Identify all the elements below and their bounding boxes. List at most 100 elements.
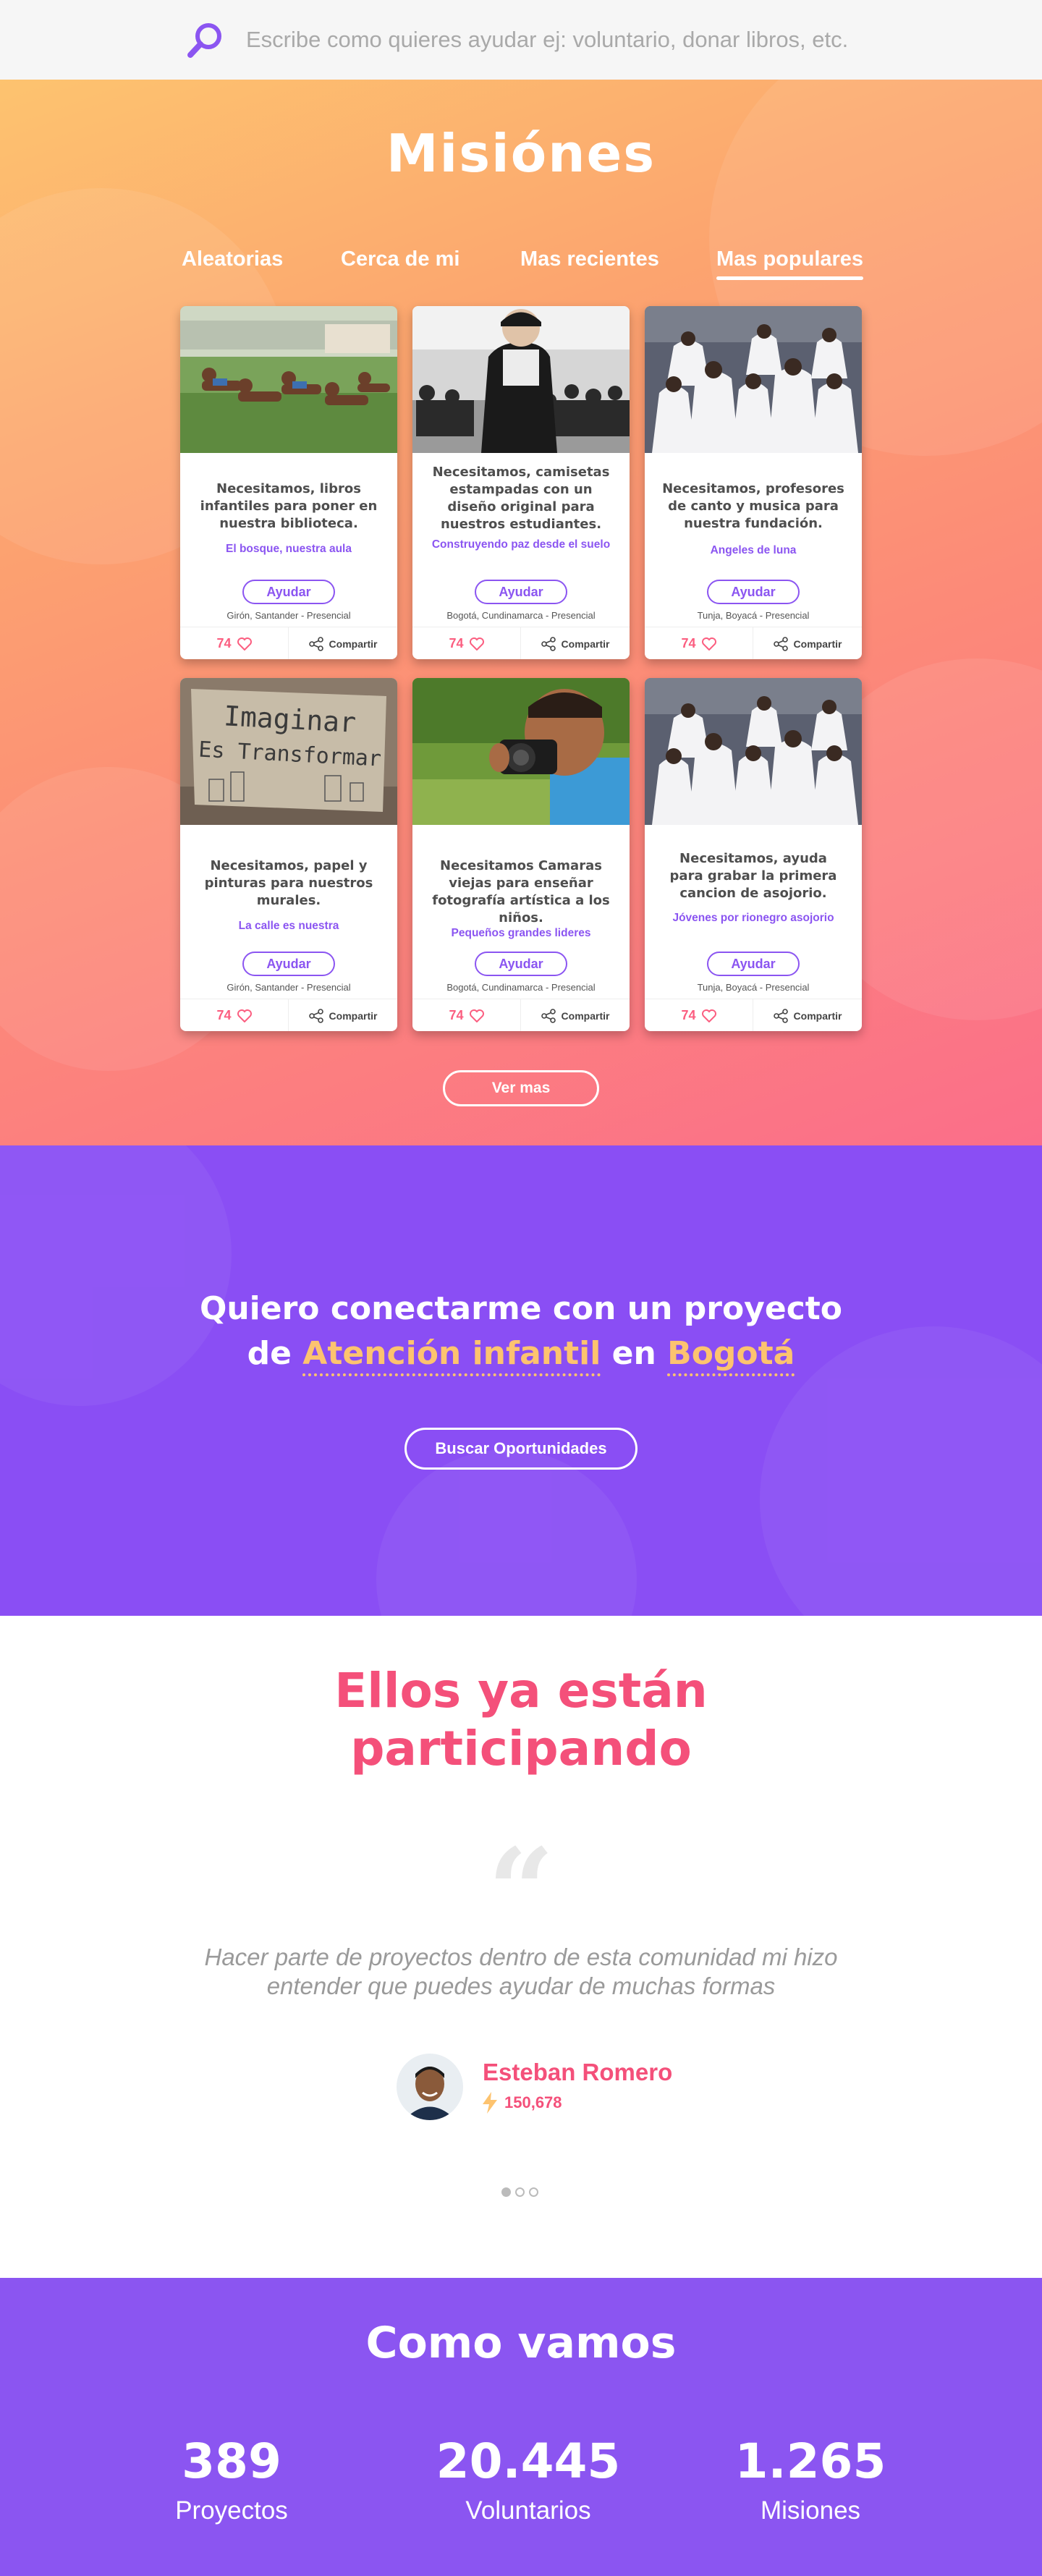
share-label: Compartir	[793, 637, 842, 650]
carousel-dot[interactable]	[515, 2187, 525, 2197]
points-value: 150,678	[504, 2093, 562, 2111]
share-label: Compartir	[561, 1009, 610, 1022]
like-button[interactable]: 74	[412, 627, 521, 659]
mission-title: Necesitamos, profesores de canto y music…	[662, 481, 844, 531]
ayudar-button[interactable]: Ayudar	[707, 952, 800, 976]
mission-title: Necesitamos, papel y pinturas para nuest…	[204, 858, 373, 908]
stat-label-proyectos: Proyectos	[175, 2496, 288, 2525]
mission-photo: Imaginar Es Transformar	[180, 678, 397, 825]
like-button[interactable]: 74	[645, 627, 753, 659]
carousel-dot[interactable]	[501, 2187, 511, 2197]
share-icon	[541, 1008, 556, 1023]
organization-link[interactable]: Construyendo paz desde el suelo	[428, 538, 614, 551]
stat-number-proyectos: 389	[182, 2433, 281, 2489]
section-title: participando	[350, 1721, 692, 1776]
like-count: 74	[449, 636, 464, 651]
card-footer: 74 Compartir	[180, 627, 397, 659]
ayudar-button[interactable]: Ayudar	[475, 580, 567, 604]
share-button[interactable]: Compartir	[753, 999, 862, 1031]
like-button[interactable]: 74	[412, 999, 521, 1031]
tab-mas-populares[interactable]: Mas populares	[716, 247, 864, 280]
tab-cerca-de-mi[interactable]: Cerca de mi	[341, 247, 459, 271]
organization-link[interactable]: Angeles de luna	[661, 543, 846, 557]
like-count: 74	[216, 1008, 232, 1022]
like-button[interactable]: 74	[645, 999, 753, 1031]
stat-number-voluntarios: 20.445	[436, 2433, 621, 2489]
heart-icon	[469, 637, 484, 651]
card-footer: 74 Compartir	[412, 999, 630, 1031]
share-button[interactable]: Compartir	[289, 627, 397, 659]
carousel-dot[interactable]	[529, 2187, 538, 2197]
heart-icon	[701, 637, 716, 651]
tab-aleatorias[interactable]: Aleatorias	[182, 247, 283, 271]
missions-section: Misiónes Aleatorias Cerca de mi Mas reci…	[0, 80, 1042, 1145]
section-title: Como vamos	[365, 2318, 677, 2368]
share-label: Compartir	[793, 1009, 842, 1022]
mission-location: Tunja, Boyacá - Presencial	[697, 610, 810, 621]
category-selector[interactable]: Atención infantil	[302, 1335, 601, 1376]
mission-photo	[180, 306, 397, 453]
card-footer: 74 Compartir	[645, 999, 862, 1031]
like-button[interactable]: 74	[180, 627, 289, 659]
testimonial-quote: Hacer parte de proyectos dentro de esta …	[204, 1944, 838, 1999]
connect-heading: Quiero conectarme con un proyecto	[199, 1290, 843, 1327]
search-icon[interactable]	[185, 20, 225, 61]
organization-link[interactable]: Jóvenes por rionegro asojorio	[661, 911, 846, 925]
ayudar-button[interactable]: Ayudar	[707, 580, 800, 604]
share-label: Compartir	[561, 637, 610, 650]
ayudar-button[interactable]: Ayudar	[475, 952, 567, 976]
organization-link[interactable]: Pequeños grandes lideres	[428, 926, 614, 940]
quote-icon: “	[487, 1823, 555, 1959]
author-points: 150,678	[483, 2092, 562, 2114]
mission-card[interactable]: Necesitamos Camaras viejas para enseñar …	[412, 678, 630, 1031]
card-footer: 74 Compartir	[645, 627, 862, 659]
mission-location: Girón, Santander - Presencial	[226, 610, 351, 621]
filter-tabs: Aleatorias Cerca de mi Mas recientes Mas…	[0, 247, 1042, 291]
section-title: Ellos ya están	[334, 1663, 708, 1719]
search-input[interactable]	[246, 22, 897, 58]
like-count: 74	[681, 636, 696, 651]
connect-subheading: de Atención infantil en Bogotá	[0, 1335, 1042, 1376]
mission-photo	[645, 678, 862, 825]
connect-section: Quiero conectarme con un proyecto de Ate…	[0, 1145, 1042, 1616]
background-shape	[376, 1449, 637, 1616]
ayudar-button[interactable]: Ayudar	[242, 952, 335, 976]
ayudar-button[interactable]: Ayudar	[242, 580, 335, 604]
mission-title: Necesitamos Camaras viejas para enseñar …	[432, 858, 610, 925]
share-button[interactable]: Compartir	[521, 627, 630, 659]
mission-photo	[645, 306, 862, 453]
search-bar	[0, 0, 1042, 80]
ver-mas-button[interactable]: Ver mas	[443, 1070, 599, 1106]
testimonial-section: Ellos ya están participando “ Hacer part…	[0, 1616, 1042, 2278]
mission-location: Tunja, Boyacá - Presencial	[697, 982, 810, 993]
mission-title: Necesitamos, camisetas estampadas con un…	[432, 465, 610, 532]
organization-link[interactable]: El bosque, nuestra aula	[196, 542, 381, 556]
page-title: Misiónes	[386, 123, 656, 184]
heart-icon	[469, 1009, 484, 1022]
share-icon	[308, 636, 323, 651]
stat-label-voluntarios: Voluntarios	[465, 2496, 591, 2525]
heart-icon	[237, 1009, 252, 1022]
mission-card[interactable]: Necesitamos, ayuda para grabar la primer…	[645, 678, 862, 1031]
mission-card[interactable]: Necesitamos, camisetas estampadas con un…	[412, 306, 630, 659]
share-button[interactable]: Compartir	[521, 999, 630, 1031]
avatar	[397, 2054, 463, 2120]
share-button[interactable]: Compartir	[289, 999, 397, 1031]
mission-card[interactable]: Imaginar Es Transformar Necesitamos, pap…	[180, 678, 397, 1031]
tab-mas-recientes[interactable]: Mas recientes	[520, 247, 659, 271]
heart-icon	[237, 637, 252, 651]
share-button[interactable]: Compartir	[753, 627, 862, 659]
mission-location: Bogotá, Cundinamarca - Presencial	[446, 610, 596, 621]
share-icon	[308, 1008, 323, 1023]
stats-section: Como vamos 389 Proyectos 20.445 Voluntar…	[0, 2278, 1042, 2576]
like-count: 74	[681, 1008, 696, 1022]
stat-label-misiones: Misiones	[760, 2496, 861, 2525]
buscar-oportunidades-button[interactable]: Buscar Oportunidades	[404, 1428, 638, 1470]
organization-link[interactable]: La calle es nuestra	[196, 919, 381, 933]
share-label: Compartir	[329, 637, 378, 650]
stat-number-misiones: 1.265	[734, 2433, 886, 2489]
mission-card[interactable]: Necesitamos, profesores de canto y music…	[645, 306, 862, 659]
mission-card[interactable]: Necesitamos, libros infantiles para pone…	[180, 306, 397, 659]
like-button[interactable]: 74	[180, 999, 289, 1031]
city-selector[interactable]: Bogotá	[667, 1335, 795, 1376]
